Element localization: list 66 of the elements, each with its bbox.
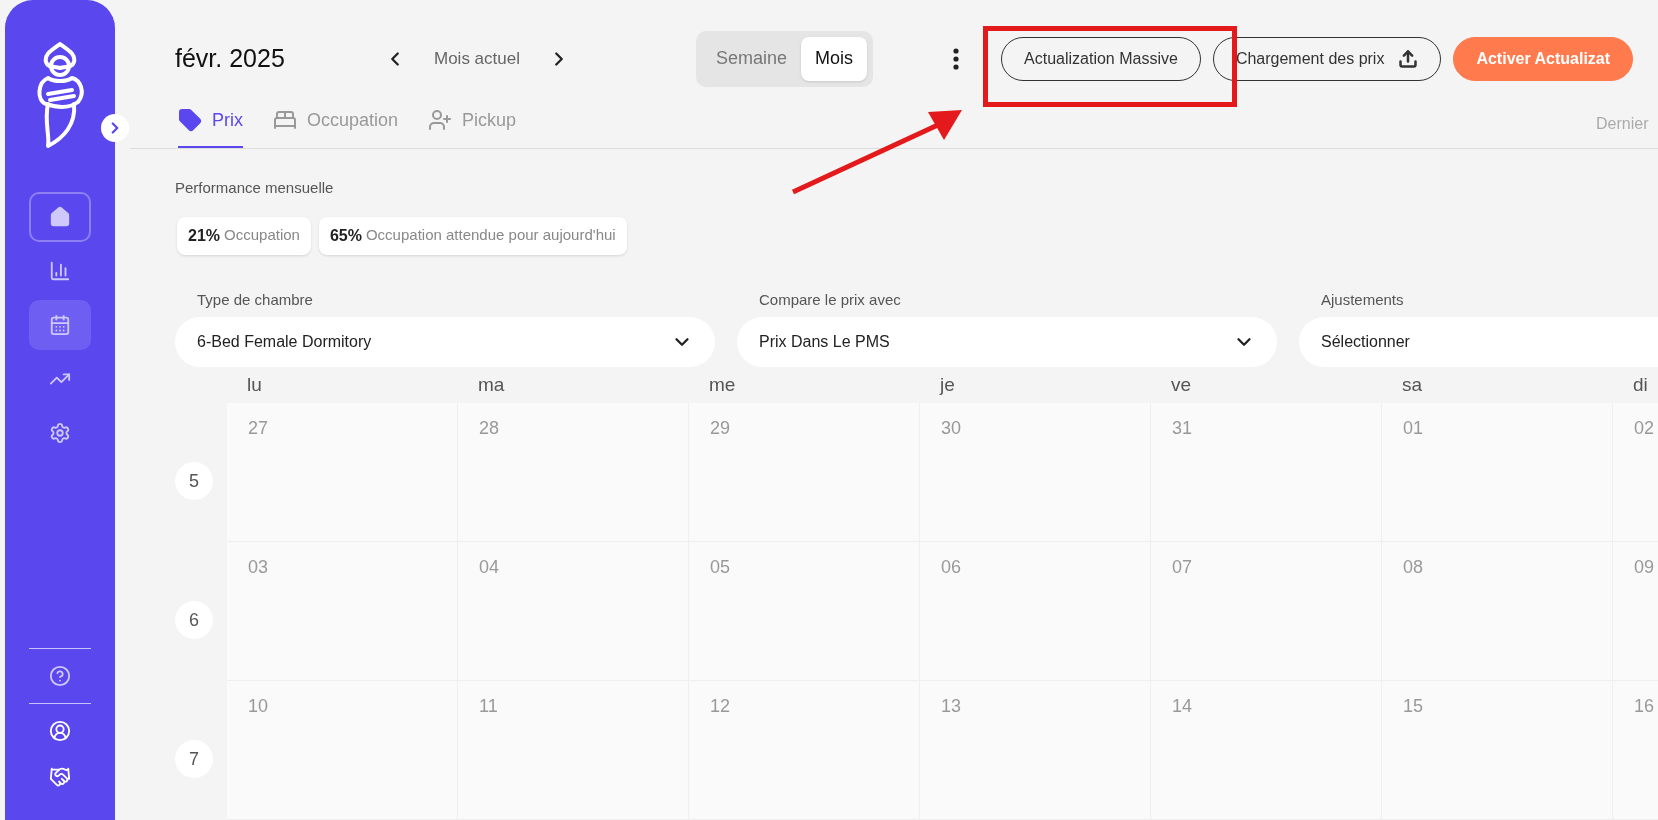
stat-label: Occupation bbox=[224, 225, 300, 246]
weekday-header: me bbox=[708, 372, 737, 397]
tag-icon bbox=[178, 108, 202, 132]
home-icon bbox=[49, 206, 71, 228]
tab[interactable]: Prix bbox=[178, 102, 243, 148]
calendar-day-cell[interactable]: 30 bbox=[920, 403, 1151, 542]
tab[interactable]: Pickup bbox=[428, 102, 517, 148]
bed-icon bbox=[273, 108, 297, 132]
last-update-text: Dernier bbox=[1596, 113, 1649, 134]
expand-sidebar-button[interactable] bbox=[101, 114, 129, 142]
filter-select[interactable]: Sélectionner bbox=[1299, 317, 1658, 367]
weekday-header: ma bbox=[477, 372, 506, 397]
calendar-day-cell[interactable]: 09 bbox=[1613, 542, 1658, 681]
week-number: 7 bbox=[175, 740, 213, 778]
calendar-day-cell[interactable]: 16 bbox=[1613, 681, 1658, 820]
calendar-icon bbox=[49, 314, 71, 336]
week-number: 6 bbox=[175, 601, 213, 639]
calendar-day-cell[interactable]: 27 bbox=[227, 403, 458, 542]
bar-chart-icon bbox=[49, 260, 71, 282]
filter-select[interactable]: Prix Dans Le PMS bbox=[737, 317, 1277, 367]
performance-title: Performance mensuelle bbox=[175, 178, 335, 198]
stat-value: 65% bbox=[329, 225, 362, 246]
view-toggle-option[interactable]: Semaine bbox=[702, 36, 802, 81]
calendar-day-cell[interactable]: 14 bbox=[1151, 681, 1382, 820]
month-title: févr. 2025 bbox=[175, 43, 286, 75]
stat-value: 21% bbox=[188, 225, 221, 246]
calendar-day-cell[interactable]: 07 bbox=[1151, 542, 1382, 681]
filter-label: Ajustements bbox=[1320, 289, 1405, 310]
current-month-link[interactable]: Mois actuel bbox=[434, 46, 520, 72]
sidebar-nav-button[interactable] bbox=[29, 192, 91, 242]
add-user-icon bbox=[428, 108, 453, 132]
weekday-header: sa bbox=[1401, 372, 1424, 397]
tab[interactable]: Occupation bbox=[273, 102, 399, 148]
calendar-day-cell[interactable]: 15 bbox=[1382, 681, 1613, 820]
more-vertical-icon bbox=[953, 47, 960, 70]
action-button[interactable]: Activer Actualizat bbox=[1453, 36, 1634, 81]
weekday-header: di bbox=[1632, 372, 1649, 397]
weekday-header: ve bbox=[1170, 372, 1193, 397]
calendar-day-cell[interactable]: 02 bbox=[1613, 403, 1658, 542]
calendar-day-cell[interactable]: 01 bbox=[1382, 403, 1613, 542]
sidebar-nav-button[interactable] bbox=[29, 300, 91, 350]
upload-icon bbox=[1398, 48, 1419, 69]
handshake-icon bbox=[49, 766, 71, 788]
weekday-header: lu bbox=[246, 372, 263, 397]
week-number: 5 bbox=[175, 462, 213, 500]
calendar-day-cell[interactable]: 29 bbox=[689, 403, 920, 542]
calendar-day-cell[interactable]: 12 bbox=[689, 681, 920, 820]
user-icon bbox=[49, 720, 71, 742]
filter-select[interactable]: 6-Bed Female Dormitory bbox=[175, 317, 715, 367]
calendar-day-cell[interactable]: 04 bbox=[458, 542, 689, 681]
view-toggle-option[interactable]: Mois bbox=[801, 36, 868, 81]
calendar-day-cell[interactable]: 10 bbox=[227, 681, 458, 820]
calendar-day-cell[interactable]: 31 bbox=[1151, 403, 1382, 542]
filter-label: Compare le prix avec bbox=[758, 289, 902, 310]
calendar-day-cell[interactable]: 06 bbox=[920, 542, 1151, 681]
calendar-day-cell[interactable]: 05 bbox=[689, 542, 920, 681]
filter-label: Type de chambre bbox=[196, 289, 314, 310]
weekday-header: je bbox=[938, 372, 956, 397]
settings-icon bbox=[49, 422, 71, 444]
calendar-day-cell[interactable]: 03 bbox=[227, 542, 458, 681]
help-icon bbox=[49, 665, 71, 687]
calendar-day-cell[interactable]: 28 bbox=[458, 403, 689, 542]
calendar-day-cell[interactable]: 11 bbox=[458, 681, 689, 820]
calendar-day-cell[interactable]: 08 bbox=[1382, 542, 1613, 681]
calendar-day-cell[interactable]: 13 bbox=[920, 681, 1151, 820]
stat-label: Occupation attendue pour aujourd'hui bbox=[365, 225, 616, 246]
